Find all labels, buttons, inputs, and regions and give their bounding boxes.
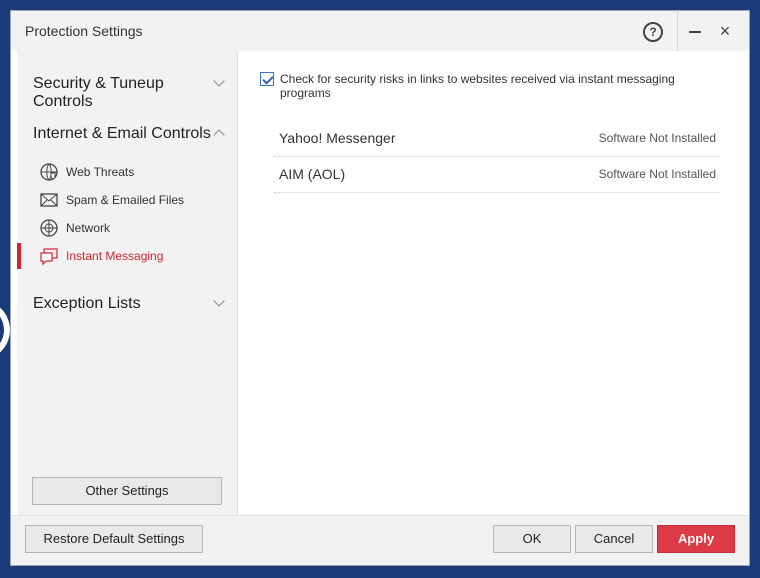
list-item: AIM (AOL) Software Not Installed [274, 157, 720, 193]
list-item: Yahoo! Messenger Software Not Installed [274, 121, 720, 157]
nav-group-internet-email[interactable]: Internet & Email Controls [33, 125, 211, 143]
footer: Restore Default Settings OK Cancel Apply [11, 515, 749, 565]
main-content: Check for security risks in links to web… [238, 51, 749, 515]
sidebar-item-instant-messaging[interactable]: Instant Messaging [17, 243, 237, 269]
sidebar-item-label: Web Threats [66, 165, 135, 179]
program-status: Software Not Installed [598, 131, 716, 145]
apply-button[interactable]: Apply [657, 525, 735, 553]
ok-button[interactable]: OK [493, 525, 571, 553]
nav-group-label: Internet & Email Controls [33, 125, 211, 142]
background-decoration [0, 300, 10, 360]
sidebar-item-network[interactable]: Network [17, 215, 237, 241]
sidebar: Security & Tuneup Controls Internet & Em… [17, 51, 237, 515]
envelope-icon [40, 193, 58, 207]
sidebar-item-spam-emailed-files[interactable]: Spam & Emailed Files [17, 187, 237, 213]
chevron-down-icon[interactable] [213, 75, 225, 87]
program-name: AIM (AOL) [279, 166, 346, 182]
minimize-icon[interactable] [689, 31, 701, 33]
title-bar: Protection Settings ? × [11, 11, 749, 51]
sidebar-item-label: Instant Messaging [66, 249, 164, 263]
network-globe-icon [40, 219, 58, 237]
globe-shield-icon [40, 163, 58, 181]
titlebar-divider [677, 11, 678, 51]
program-name: Yahoo! Messenger [279, 130, 396, 146]
window-title: Protection Settings [25, 23, 143, 39]
protection-settings-window: Protection Settings ? × Security & Tuneu… [10, 10, 750, 566]
other-settings-button[interactable]: Other Settings [32, 477, 222, 505]
im-links-checkbox[interactable] [260, 72, 274, 86]
chat-bubble-icon [40, 248, 58, 266]
sidebar-item-web-threats[interactable]: Web Threats [17, 159, 237, 185]
chevron-down-icon[interactable] [213, 295, 225, 307]
nav-group-label: Exception Lists [33, 295, 141, 312]
nav-group-security-tuneup[interactable]: Security & Tuneup Controls [33, 75, 203, 111]
close-icon[interactable]: × [717, 22, 733, 40]
sidebar-item-label: Spam & Emailed Files [66, 193, 185, 207]
program-status: Software Not Installed [598, 167, 716, 181]
sidebar-item-label: Network [66, 221, 111, 235]
nav-group-exception-lists[interactable]: Exception Lists [33, 295, 141, 313]
chevron-up-icon[interactable] [213, 129, 225, 141]
help-icon[interactable]: ? [643, 22, 663, 42]
cancel-button[interactable]: Cancel [575, 525, 653, 553]
im-links-checkbox-label[interactable]: Check for security risks in links to web… [280, 72, 700, 100]
nav-group-label: Security & Tuneup Controls [33, 75, 164, 110]
restore-default-settings-button[interactable]: Restore Default Settings [25, 525, 203, 553]
active-item-marker [17, 243, 21, 269]
